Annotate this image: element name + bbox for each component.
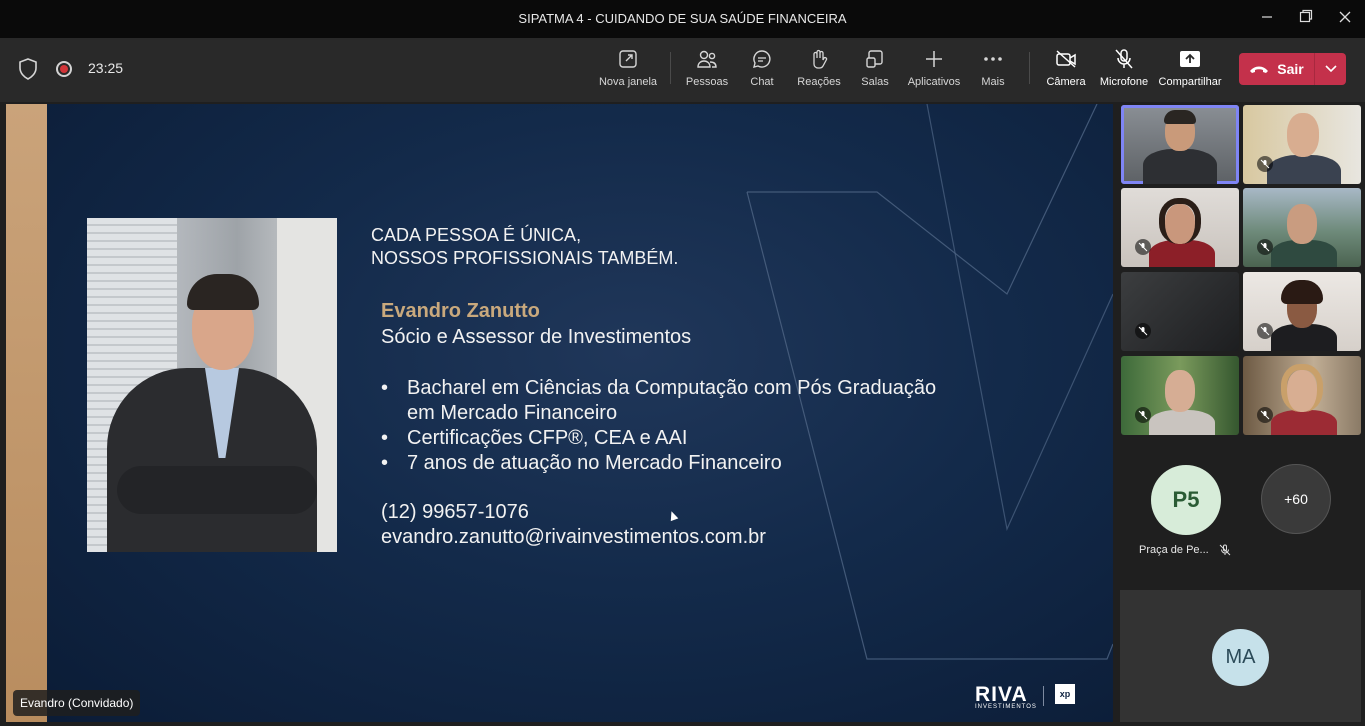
slide-headline: CADA PESSOA É ÚNICA, NOSSOS PROFISSIONAI… bbox=[371, 225, 679, 268]
more-button[interactable]: Mais bbox=[975, 46, 1011, 96]
presenter-photo bbox=[87, 218, 337, 552]
mic-muted-icon bbox=[1135, 323, 1151, 339]
microphone-button[interactable]: Microfone bbox=[1097, 46, 1151, 96]
rooms-icon bbox=[866, 50, 883, 68]
advisor-credentials: Bacharel em Ciências da Computação com P… bbox=[381, 376, 936, 476]
riva-logo: RIVA INVESTIMENTOS bbox=[975, 683, 1037, 710]
toolbar-divider bbox=[670, 52, 671, 84]
share-icon bbox=[1180, 51, 1200, 67]
mic-muted-icon bbox=[1135, 407, 1151, 423]
mic-muted-icon bbox=[1257, 407, 1273, 423]
list-item: Certificações CFP®, CEA e AAI bbox=[381, 426, 936, 451]
mic-muted-icon bbox=[1257, 323, 1273, 339]
more-icon bbox=[984, 57, 1002, 61]
people-button[interactable]: Pessoas bbox=[684, 46, 730, 96]
advisor-name: Evandro Zanutto bbox=[381, 300, 540, 322]
reactions-button[interactable]: Reações bbox=[796, 46, 842, 96]
advisor-email: evandro.zanutto@rivainvestimentos.com.br bbox=[381, 526, 766, 548]
mic-muted-icon bbox=[1257, 239, 1273, 255]
video-tile[interactable] bbox=[1121, 356, 1239, 435]
camera-button[interactable]: Câmera bbox=[1043, 46, 1089, 96]
people-icon bbox=[697, 50, 717, 68]
participant-avatar[interactable]: P5 bbox=[1151, 465, 1221, 535]
reactions-icon bbox=[813, 49, 828, 69]
mic-off-icon bbox=[1115, 49, 1133, 69]
leave-button-group: Sair bbox=[1239, 53, 1346, 85]
close-icon bbox=[1339, 11, 1351, 23]
new-window-button[interactable]: Nova janela bbox=[598, 46, 658, 96]
hang-up-icon bbox=[1250, 66, 1269, 73]
video-tile[interactable] bbox=[1121, 188, 1239, 267]
chat-icon bbox=[753, 50, 771, 68]
share-button[interactable]: Compartilhar bbox=[1157, 46, 1223, 96]
xp-logo: xp bbox=[1055, 684, 1075, 704]
meeting-toolbar: 23:25 Nova janela Pessoas Chat Reações S… bbox=[0, 38, 1365, 102]
toolbar-divider bbox=[1029, 52, 1030, 84]
shared-screen: CADA PESSOA É ÚNICA, NOSSOS PROFISSIONAI… bbox=[6, 104, 1113, 722]
self-avatar: MA bbox=[1212, 629, 1269, 686]
logo-divider bbox=[1043, 686, 1044, 706]
chevron-down-icon bbox=[1324, 65, 1337, 73]
mic-muted-icon bbox=[1135, 239, 1151, 255]
shield-icon bbox=[19, 58, 37, 80]
presenter-name-chip: Evandro (Convidado) bbox=[13, 690, 141, 716]
list-item: Bacharel em Ciências da Computação com P… bbox=[381, 376, 936, 426]
plus-icon bbox=[926, 51, 942, 67]
leave-button[interactable]: Sair bbox=[1239, 53, 1315, 85]
more-participants-button[interactable]: +60 bbox=[1261, 464, 1331, 534]
camera-off-icon bbox=[1056, 50, 1076, 68]
list-item: 7 anos de atuação no Mercado Financeiro bbox=[381, 451, 936, 476]
rooms-button[interactable]: Salas bbox=[856, 46, 894, 96]
window-title: SIPATMA 4 - CUIDANDO DE SUA SAÚDE FINANC… bbox=[518, 11, 847, 26]
recording-icon bbox=[56, 61, 72, 77]
leave-options-button[interactable] bbox=[1315, 53, 1346, 85]
video-tile-active-speaker[interactable] bbox=[1121, 105, 1239, 184]
video-tile[interactable] bbox=[1243, 105, 1361, 184]
minimize-icon bbox=[1262, 16, 1272, 18]
video-tile[interactable] bbox=[1243, 188, 1361, 267]
title-bar: SIPATMA 4 - CUIDANDO DE SUA SAÚDE FINANC… bbox=[0, 0, 1365, 38]
mic-muted-icon bbox=[1257, 156, 1273, 172]
mic-muted-icon bbox=[1219, 543, 1231, 561]
meeting-timer: 23:25 bbox=[88, 60, 124, 76]
apps-button[interactable]: Aplicativos bbox=[904, 46, 964, 96]
minimize-button[interactable] bbox=[1255, 7, 1279, 31]
video-tile[interactable] bbox=[1243, 272, 1361, 351]
chat-button[interactable]: Chat bbox=[742, 46, 782, 96]
open-window-icon bbox=[619, 50, 637, 68]
close-button[interactable] bbox=[1333, 7, 1357, 31]
participant-name: Praça de Pe... bbox=[1139, 544, 1209, 556]
maximize-button[interactable] bbox=[1294, 7, 1318, 31]
maximize-icon bbox=[1299, 9, 1313, 23]
advisor-role: Sócio e Assessor de Investimentos bbox=[381, 326, 692, 348]
advisor-phone: (12) 99657-1076 bbox=[381, 501, 529, 523]
screen-edge bbox=[6, 104, 47, 722]
leave-label: Sair bbox=[1277, 61, 1304, 77]
video-tile[interactable] bbox=[1243, 356, 1361, 435]
video-tile[interactable] bbox=[1121, 272, 1239, 351]
